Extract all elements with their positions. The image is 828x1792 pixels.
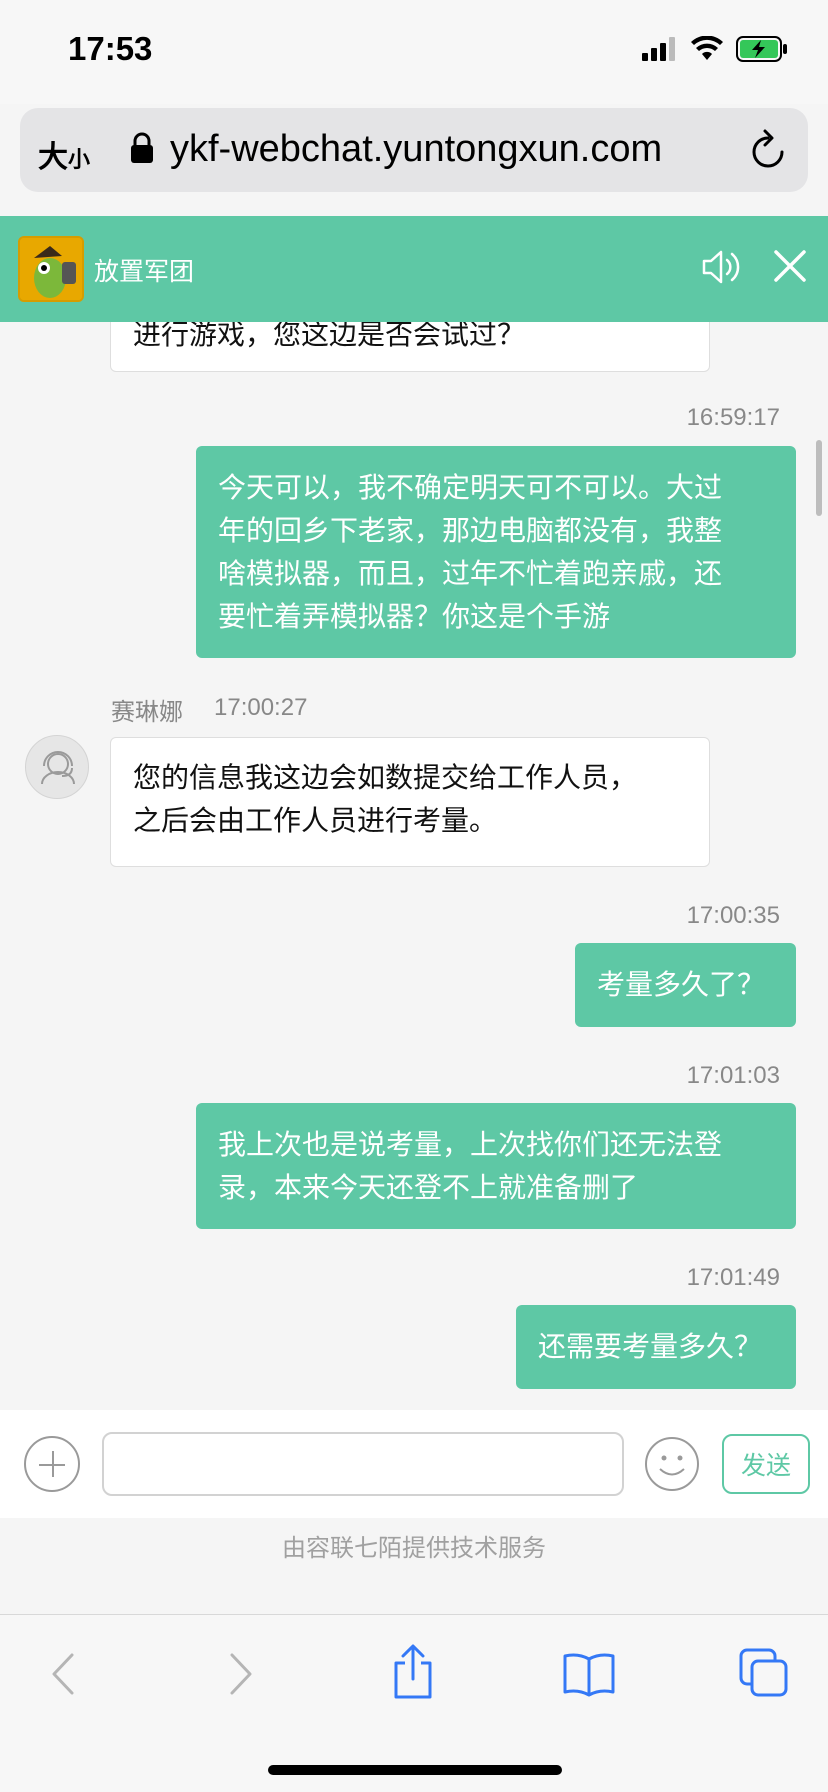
- user-message-bubble: 我上次也是说考量，上次找你们还无法登 录，本来今天还登不上就准备删了: [196, 1103, 796, 1229]
- message-timestamp: 17:00:27: [214, 694, 308, 721]
- text-size-small: 小: [68, 148, 91, 173]
- user-message-bubble: 还需要考量多久？: [516, 1305, 796, 1389]
- close-icon[interactable]: [772, 248, 808, 284]
- status-icons: [642, 36, 788, 62]
- plus-icon[interactable]: [24, 1436, 80, 1492]
- message-line: 要忙着弄模拟器？你这是个手游: [218, 600, 611, 633]
- message-input-bar: 发送: [0, 1410, 828, 1518]
- message-line: 我上次也是说考量，上次找你们还无法登: [218, 1128, 723, 1161]
- share-icon[interactable]: [390, 1643, 436, 1701]
- message-line: 之后会由工作人员进行考量。: [133, 804, 498, 837]
- user-message-bubble: 今天可以，我不确定明天可不可以。大过 年的回乡下老家，那边电脑都没有，我整 啥模…: [196, 446, 796, 658]
- message-timestamp: 17:01:03: [686, 1062, 780, 1089]
- send-button[interactable]: 发送: [722, 1434, 810, 1494]
- tabs-icon[interactable]: [738, 1647, 790, 1699]
- lock-icon: [131, 132, 153, 163]
- home-indicator[interactable]: [268, 1765, 562, 1775]
- sound-icon[interactable]: [700, 248, 742, 286]
- status-time: 17:53: [68, 30, 153, 67]
- emoji-icon[interactable]: [644, 1436, 700, 1492]
- signal-icon: [642, 37, 675, 61]
- reload-icon[interactable]: [748, 128, 788, 172]
- message-line: 年的回乡下老家，那边电脑都没有，我整: [218, 514, 723, 547]
- message-input[interactable]: [102, 1432, 624, 1496]
- chat-message-list[interactable]: 进行游戏，您这边是否会试过？ 16:59:17 今天可以，我不确定明天可不可以。…: [0, 322, 828, 1410]
- message-line: 啥模拟器，而且，过年不忙着跑亲戚，还: [218, 557, 723, 590]
- chat-title: 放置军团: [94, 257, 195, 286]
- agent-name: 赛琳娜: [111, 698, 183, 726]
- game-logo: [18, 236, 84, 302]
- message-text: 还需要考量多久？: [538, 1330, 763, 1363]
- text-size-big: 大: [38, 140, 68, 175]
- browser-toolbar: [0, 1614, 828, 1792]
- powered-by-text: 由容联七陌提供技术服务: [0, 1518, 828, 1614]
- forward-icon[interactable]: [220, 1649, 260, 1699]
- status-bar: 17:53: [0, 0, 828, 104]
- message-text: 进行游戏，您这边是否会试过？: [133, 322, 526, 351]
- wifi-icon: [691, 36, 723, 60]
- bookmarks-icon[interactable]: [562, 1651, 616, 1697]
- chat-header: 放置军团: [0, 216, 828, 322]
- back-icon[interactable]: [44, 1649, 84, 1699]
- message-text: 考量多久了？: [597, 968, 766, 1001]
- message-timestamp: 17:01:49: [686, 1264, 780, 1291]
- agent-avatar-icon: [25, 735, 89, 799]
- battery-charging-icon: [736, 36, 787, 62]
- message-line: 您的信息我这边会如数提交给工作人员，: [133, 761, 638, 794]
- url-text: ykf-webchat.yuntongxun.com: [170, 128, 663, 170]
- scroll-indicator: [816, 440, 822, 516]
- agent-message-bubble: 进行游戏，您这边是否会试过？: [110, 322, 710, 372]
- message-timestamp: 17:00:35: [686, 902, 780, 929]
- agent-message-bubble: 您的信息我这边会如数提交给工作人员， 之后会由工作人员进行考量。: [110, 737, 710, 867]
- user-message-bubble: 考量多久了？: [575, 943, 796, 1027]
- message-timestamp: 16:59:17: [686, 404, 780, 431]
- address-bar[interactable]: 大小 ykf-webchat.yuntongxun.com: [20, 108, 808, 192]
- text-size-button[interactable]: 大小: [38, 132, 90, 176]
- message-line: 录，本来今天还登不上就准备删了: [218, 1171, 639, 1204]
- message-line: 今天可以，我不确定明天可不可以。大过: [218, 471, 723, 504]
